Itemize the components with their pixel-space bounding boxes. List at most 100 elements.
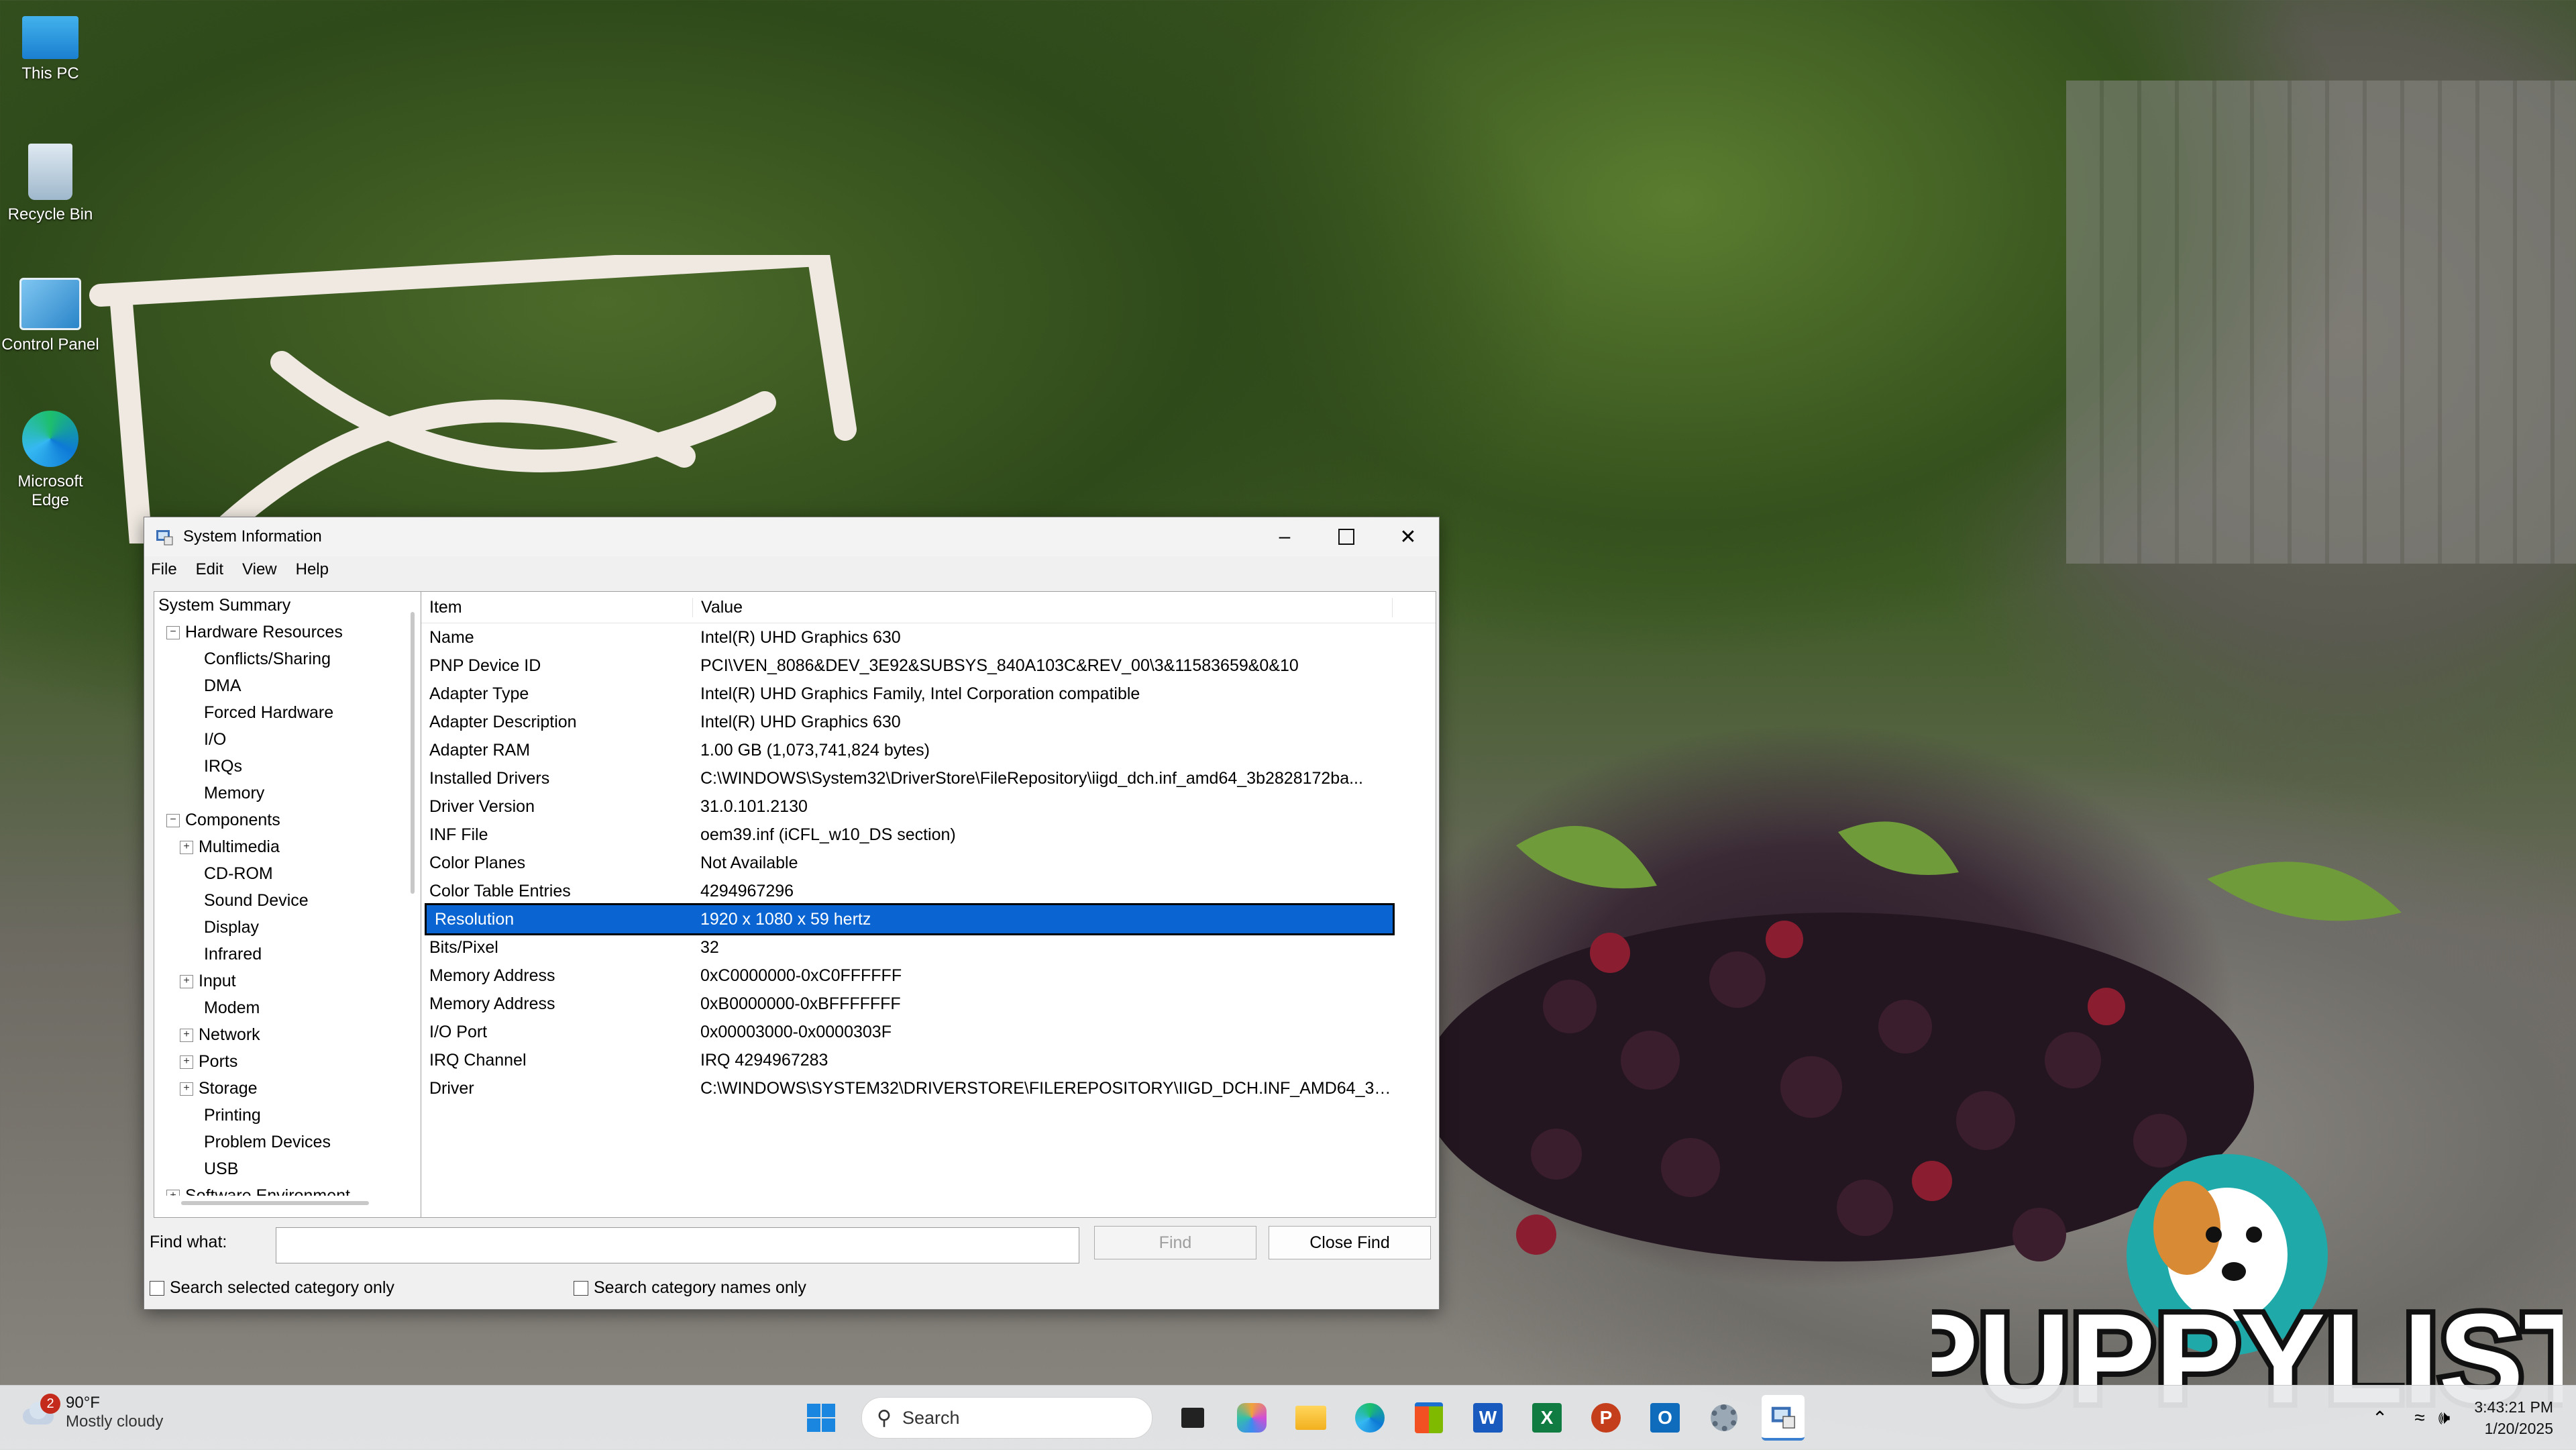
table-row[interactable]: Color Table Entries 4294967296	[421, 877, 1436, 905]
column-header-value[interactable]: Value	[693, 597, 1393, 617]
details-list[interactable]: Item Value Name Intel(R) UHD Graphics 630…	[421, 591, 1436, 1218]
cell-value: C:\WINDOWS\System32\DriverStore\FileRepo…	[700, 768, 1363, 788]
tree-item-modem[interactable]: Modem	[154, 994, 421, 1021]
wifi-icon[interactable]: ≈	[2414, 1407, 2424, 1429]
tree-item-software-environment[interactable]: + Software Environment	[154, 1182, 421, 1196]
desktop-icon-control-panel[interactable]: Control Panel	[0, 278, 101, 354]
desktop-icon-edge[interactable]: Microsoft Edge	[0, 411, 101, 510]
cell-item: PNP Device ID	[429, 656, 541, 675]
tree-item-ports[interactable]: + Ports	[154, 1048, 421, 1075]
collapse-icon[interactable]: −	[166, 814, 180, 828]
table-row[interactable]: PNP Device ID PCI\VEN_8086&DEV_3E92&SUBSY…	[421, 652, 1436, 680]
background-fence	[2066, 81, 2576, 564]
table-row[interactable]: Color Planes Not Available	[421, 849, 1436, 877]
table-row[interactable]: Adapter Description Intel(R) UHD Graphics…	[421, 708, 1436, 736]
table-row[interactable]: I/O Port 0x00003000-0x0000303F	[421, 1018, 1436, 1046]
outlook-icon[interactable]: O	[1644, 1396, 1686, 1439]
tree-item-sound-device[interactable]: Sound Device	[154, 887, 421, 914]
menu-edit[interactable]: Edit	[196, 560, 223, 579]
cell-item: Memory Address	[429, 994, 555, 1013]
tree-item-problem-devices[interactable]: Problem Devices	[154, 1129, 421, 1155]
category-tree[interactable]: System Summary − Hardware Resources Confl…	[154, 591, 422, 1218]
tree-item-dma[interactable]: DMA	[154, 672, 421, 699]
start-icon[interactable]	[800, 1396, 843, 1439]
table-row[interactable]: Resolution 1920 x 1080 x 59 hertz	[425, 903, 1395, 935]
system-information-icon	[156, 530, 173, 546]
tree-item-system-summary[interactable]: System Summary	[154, 592, 421, 619]
title-bar[interactable]: System Information – ✕	[144, 517, 1439, 556]
search-category-names-checkbox[interactable]: Search category names only	[574, 1278, 806, 1298]
find-what-input[interactable]	[276, 1227, 1079, 1263]
desktop-icon-label: Microsoft Edge	[17, 472, 83, 509]
menu-view[interactable]: View	[242, 560, 277, 579]
system-information-icon[interactable]	[1762, 1395, 1805, 1441]
cell-item: Color Planes	[429, 853, 526, 872]
table-row[interactable]: Memory Address 0xC0000000-0xC0FFFFFF	[421, 962, 1436, 990]
clock[interactable]: 3:43:21 PM 1/20/2025	[2474, 1396, 2553, 1439]
copilot-icon[interactable]	[1230, 1396, 1273, 1439]
tree-item-memory[interactable]: Memory	[154, 780, 421, 807]
tree-item-storage[interactable]: + Storage	[154, 1075, 421, 1102]
desktop-icon-recycle-bin[interactable]: Recycle Bin	[0, 144, 101, 224]
edge-icon[interactable]	[1348, 1396, 1391, 1439]
volume-icon[interactable]: 🕪	[2438, 1407, 2451, 1429]
table-row[interactable]: Memory Address 0xB0000000-0xBFFFFFFF	[421, 990, 1436, 1018]
cell-value: 1920 x 1080 x 59 hertz	[700, 909, 871, 929]
settings-icon[interactable]	[1703, 1396, 1746, 1439]
chevron-up-icon[interactable]: ⌃	[2372, 1407, 2387, 1429]
close-button[interactable]: ✕	[1377, 517, 1439, 556]
tree-item-printing[interactable]: Printing	[154, 1102, 421, 1129]
expand-icon[interactable]: +	[180, 1082, 193, 1096]
table-row[interactable]: Driver Version 31.0.101.2130	[421, 792, 1436, 821]
weather-widget[interactable]: 2 90°F Mostly cloudy	[20, 1394, 163, 1431]
expand-icon[interactable]: +	[180, 1055, 193, 1070]
table-row[interactable]: Bits/Pixel 32	[421, 933, 1436, 962]
menu-help[interactable]: Help	[296, 560, 329, 579]
table-row[interactable]: Name Intel(R) UHD Graphics 630	[421, 623, 1436, 652]
tree-item-cd-rom[interactable]: CD-ROM	[154, 860, 421, 887]
table-row[interactable]: Adapter RAM 1.00 GB (1,073,741,824 bytes)	[421, 736, 1436, 764]
expand-icon[interactable]: +	[180, 1029, 193, 1043]
tree-vertical-scrollbar[interactable]	[411, 612, 415, 894]
search-selected-category-checkbox[interactable]: Search selected category only	[150, 1278, 394, 1298]
expand-icon[interactable]: +	[166, 1190, 180, 1196]
powerpoint-icon[interactable]: P	[1585, 1396, 1627, 1439]
tree-item-forced-hardware[interactable]: Forced Hardware	[154, 699, 421, 726]
checkbox-icon	[150, 1280, 164, 1296]
tree-item-display[interactable]: Display	[154, 914, 421, 941]
tree-item-usb[interactable]: USB	[154, 1155, 421, 1182]
taskbar-search[interactable]: ⚲ Search	[861, 1397, 1152, 1439]
column-header-item[interactable]: Item	[421, 597, 693, 617]
expand-icon[interactable]: +	[180, 975, 193, 989]
tree-item-network[interactable]: + Network	[154, 1021, 421, 1048]
task-view-icon[interactable]	[1171, 1396, 1214, 1439]
file-explorer-icon[interactable]	[1289, 1396, 1332, 1439]
table-row[interactable]: Adapter Type Intel(R) UHD Graphics Family…	[421, 680, 1436, 708]
tree-item-components[interactable]: − Components	[154, 807, 421, 833]
minimize-button[interactable]: –	[1254, 517, 1316, 556]
tree-item-infrared[interactable]: Infrared	[154, 941, 421, 968]
find-button[interactable]: Find	[1094, 1226, 1256, 1259]
word-icon[interactable]: W	[1466, 1396, 1509, 1439]
maximize-button[interactable]	[1316, 517, 1377, 556]
tree-item-input[interactable]: + Input	[154, 968, 421, 994]
tree-item-hardware-resources[interactable]: − Hardware Resources	[154, 619, 421, 645]
menu-file[interactable]: File	[151, 560, 177, 579]
desktop-icon-this-pc[interactable]: This PC	[0, 9, 101, 83]
tree-item-conflicts[interactable]: Conflicts/Sharing	[154, 645, 421, 672]
tree-horizontal-scrollbar[interactable]	[181, 1201, 369, 1205]
expand-icon[interactable]: +	[180, 841, 193, 855]
table-row[interactable]: Driver C:\WINDOWS\SYSTEM32\DRIVERSTORE\FI…	[421, 1074, 1436, 1102]
collapse-icon[interactable]: −	[166, 626, 180, 640]
table-row[interactable]: Installed Drivers C:\WINDOWS\System32\Dri…	[421, 764, 1436, 792]
weather-badge: 2	[40, 1394, 60, 1414]
close-find-button[interactable]: Close Find	[1269, 1226, 1431, 1259]
excel-icon[interactable]: X	[1525, 1396, 1568, 1439]
table-row[interactable]: IRQ Channel IRQ 4294967283	[421, 1046, 1436, 1074]
tree-item-multimedia[interactable]: + Multimedia	[154, 833, 421, 860]
tree-item-irqs[interactable]: IRQs	[154, 753, 421, 780]
table-row[interactable]: INF File oem39.inf (iCFL_w10_DS section)	[421, 821, 1436, 849]
cell-item: INF File	[429, 825, 488, 844]
tree-item-io[interactable]: I/O	[154, 726, 421, 753]
store-icon[interactable]	[1407, 1396, 1450, 1439]
